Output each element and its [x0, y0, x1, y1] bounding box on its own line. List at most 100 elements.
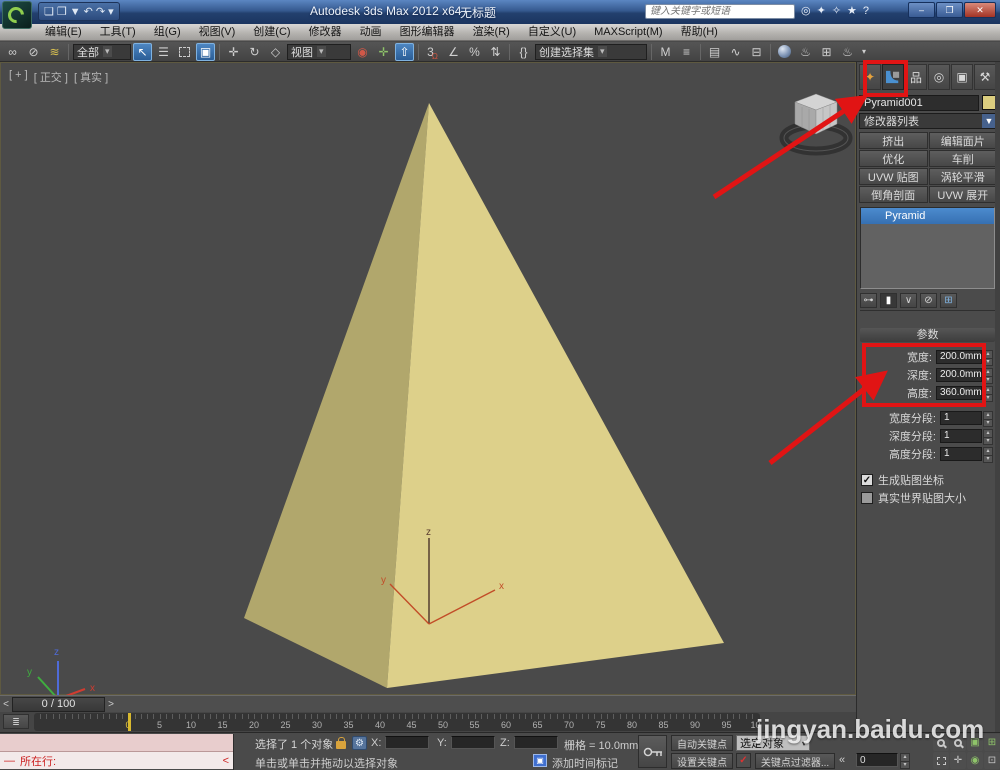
undo-icon[interactable]: ↶ — [84, 3, 93, 21]
close-button[interactable]: ✕ — [964, 2, 996, 18]
maximize-button[interactable]: ❐ — [936, 2, 963, 18]
open-file-icon[interactable]: ❒ — [57, 3, 67, 21]
select-and-scale-button[interactable]: ◇ — [266, 43, 285, 61]
modifier-button-unwrap-uvw[interactable]: UVW 展开 — [929, 186, 998, 203]
view-cube[interactable] — [771, 78, 861, 158]
time-slider[interactable]: 0 / 100 — [12, 697, 105, 712]
spinner-snap-toggle[interactable]: ⇅ — [486, 43, 505, 61]
current-frame-field[interactable] — [856, 753, 898, 767]
3dsmax-app-button[interactable] — [2, 1, 32, 29]
orbit-icon[interactable]: ◉ — [967, 752, 983, 769]
redo-icon[interactable]: ↷ — [96, 3, 105, 21]
menu-rendering[interactable]: 渲染(R) — [464, 24, 519, 40]
bind-to-spacewarp-icon[interactable]: ≋ — [45, 43, 64, 61]
selection-lock-icon[interactable] — [336, 741, 346, 749]
minimize-button[interactable]: – — [908, 2, 935, 18]
align-button[interactable]: ≡ — [677, 43, 696, 61]
select-and-link-icon[interactable]: ∞ — [3, 43, 22, 61]
real-world-map-size-checkbox[interactable] — [861, 492, 873, 504]
keyboard-shortcut-override-toggle[interactable]: ⇧ — [395, 43, 414, 61]
perspective-viewport[interactable]: z y x z y x [ + ] [ 正交 ] [ 真 — [0, 62, 856, 695]
selection-filter-dropdown[interactable]: 全部 — [73, 44, 131, 60]
new-file-icon[interactable]: ❏ — [44, 3, 54, 21]
modifier-button-optimize[interactable]: 优化 — [859, 150, 928, 167]
height-segs-spinner[interactable] — [983, 447, 993, 461]
coord-z-field[interactable] — [514, 736, 558, 749]
mirror-button[interactable]: M — [656, 43, 675, 61]
select-and-rotate-button[interactable]: ↻ — [245, 43, 264, 61]
modifier-button-bevel-profile[interactable]: 倒角剖面 — [859, 186, 928, 203]
select-by-name-button[interactable]: ☰ — [154, 43, 173, 61]
stack-item-pyramid[interactable]: Pyramid — [861, 208, 994, 224]
menu-maxscript[interactable]: MAXScript(M) — [585, 24, 671, 40]
macro-recorder-line[interactable] — [0, 734, 233, 752]
communication-center-icon[interactable]: ✧ — [832, 3, 841, 19]
render-flyout-arrow-icon[interactable]: ▾ — [859, 43, 869, 61]
coord-y-field[interactable] — [451, 736, 495, 749]
depth-segs-field[interactable]: 1 — [940, 429, 982, 443]
object-name-field[interactable]: Pyramid001 — [859, 95, 979, 111]
menu-graph-editors[interactable]: 图形编辑器 — [391, 24, 464, 40]
configure-modifier-sets-icon[interactable]: ⊞ — [940, 293, 957, 308]
unlink-selection-icon[interactable]: ⊘ — [24, 43, 43, 61]
parameters-rollout-header[interactable]: 参数 — [860, 328, 995, 342]
auto-key-button[interactable]: 自动关键点 — [671, 735, 733, 751]
menu-help[interactable]: 帮助(H) — [672, 24, 727, 40]
viewport-pov-menu[interactable]: [ 正交 ] — [34, 69, 68, 85]
layer-manager-button[interactable]: ▤ — [705, 43, 724, 61]
percent-snap-toggle[interactable]: % — [465, 43, 484, 61]
width-segs-spinner[interactable] — [983, 411, 993, 425]
tab-motion[interactable]: ◎ — [928, 64, 950, 90]
set-keys-icon[interactable]: ✓ — [736, 753, 751, 768]
render-production-button[interactable]: ♨ — [838, 43, 857, 61]
listener-line[interactable]: — 所在行: < — [0, 752, 233, 769]
search-input[interactable] — [645, 4, 795, 19]
help-icon[interactable]: ? — [863, 3, 869, 19]
modifier-button-lathe[interactable]: 车削 — [929, 150, 998, 167]
current-frame-marker[interactable] — [128, 713, 131, 731]
pan-hand-icon[interactable]: ✛ — [950, 752, 966, 769]
named-selection-sets-dropdown[interactable]: 创建选择集 — [535, 44, 647, 60]
modifier-button-extrude[interactable]: 挤出 — [859, 132, 928, 149]
menu-create[interactable]: 创建(C) — [244, 24, 299, 40]
modifier-button-edit-patch[interactable]: 编辑面片 — [929, 132, 998, 149]
material-editor-button[interactable] — [775, 43, 794, 61]
make-unique-icon[interactable]: ∨ — [900, 293, 917, 308]
modifier-stack[interactable]: Pyramid — [860, 207, 995, 289]
height-segs-field[interactable]: 1 — [940, 447, 982, 461]
menu-modifiers[interactable]: 修改器 — [300, 24, 351, 40]
maxscript-mini-listener[interactable]: — 所在行: < — [0, 734, 234, 770]
window-crossing-toggle[interactable]: ▣ — [196, 43, 215, 61]
go-to-start-button[interactable]: « — [839, 754, 845, 766]
toggle-auto-key-button[interactable] — [638, 735, 667, 768]
modifier-list-arrow-icon[interactable]: ▼ — [982, 114, 996, 128]
trackbar-ruler[interactable]: 0510152025303540455055606570758085909510… — [34, 713, 760, 731]
menu-edit[interactable]: 编辑(E) — [36, 24, 91, 40]
frame-spinner[interactable] — [900, 753, 910, 767]
object-color-swatch[interactable] — [982, 95, 997, 110]
snap-toggle-3d[interactable]: 3Ω — [423, 43, 442, 61]
modifier-button-uvw-map[interactable]: UVW 贴图 — [859, 168, 928, 185]
search-icon[interactable]: ◎ — [801, 3, 811, 19]
coord-x-field[interactable] — [385, 736, 429, 749]
tab-utilities[interactable]: ⚒ — [974, 64, 996, 90]
favorites-icon[interactable]: ★ — [847, 3, 857, 19]
qa-dropdown-icon[interactable]: ▾ — [108, 3, 114, 21]
open-mini-curve-editor-button[interactable]: ≣ — [3, 714, 29, 729]
menu-group[interactable]: 组(G) — [145, 24, 190, 40]
maximize-viewport-icon[interactable]: ⊡ — [984, 752, 1000, 769]
previous-frame-button[interactable]: < — [0, 697, 12, 712]
menu-customize[interactable]: 自定义(U) — [519, 24, 585, 40]
render-setup-button[interactable]: ♨ — [796, 43, 815, 61]
zoom-region-icon[interactable] — [933, 752, 949, 769]
absolute-mode-toggle-icon[interactable]: ⚙ — [352, 736, 367, 750]
tab-hierarchy[interactable]: 品 — [905, 64, 927, 90]
edit-named-selection-sets-button[interactable]: {} — [514, 43, 533, 61]
angle-snap-toggle[interactable]: ∠ — [444, 43, 463, 61]
save-icon[interactable]: ▼ — [70, 3, 81, 21]
generate-mapping-coords-checkbox[interactable]: ✓ — [861, 474, 873, 486]
isolate-selection-icon[interactable]: ▣ — [533, 754, 547, 767]
remove-modifier-icon[interactable]: ⊘ — [920, 293, 937, 308]
menu-views[interactable]: 视图(V) — [190, 24, 245, 40]
add-time-tag[interactable]: 添加时间标记 — [552, 755, 618, 770]
